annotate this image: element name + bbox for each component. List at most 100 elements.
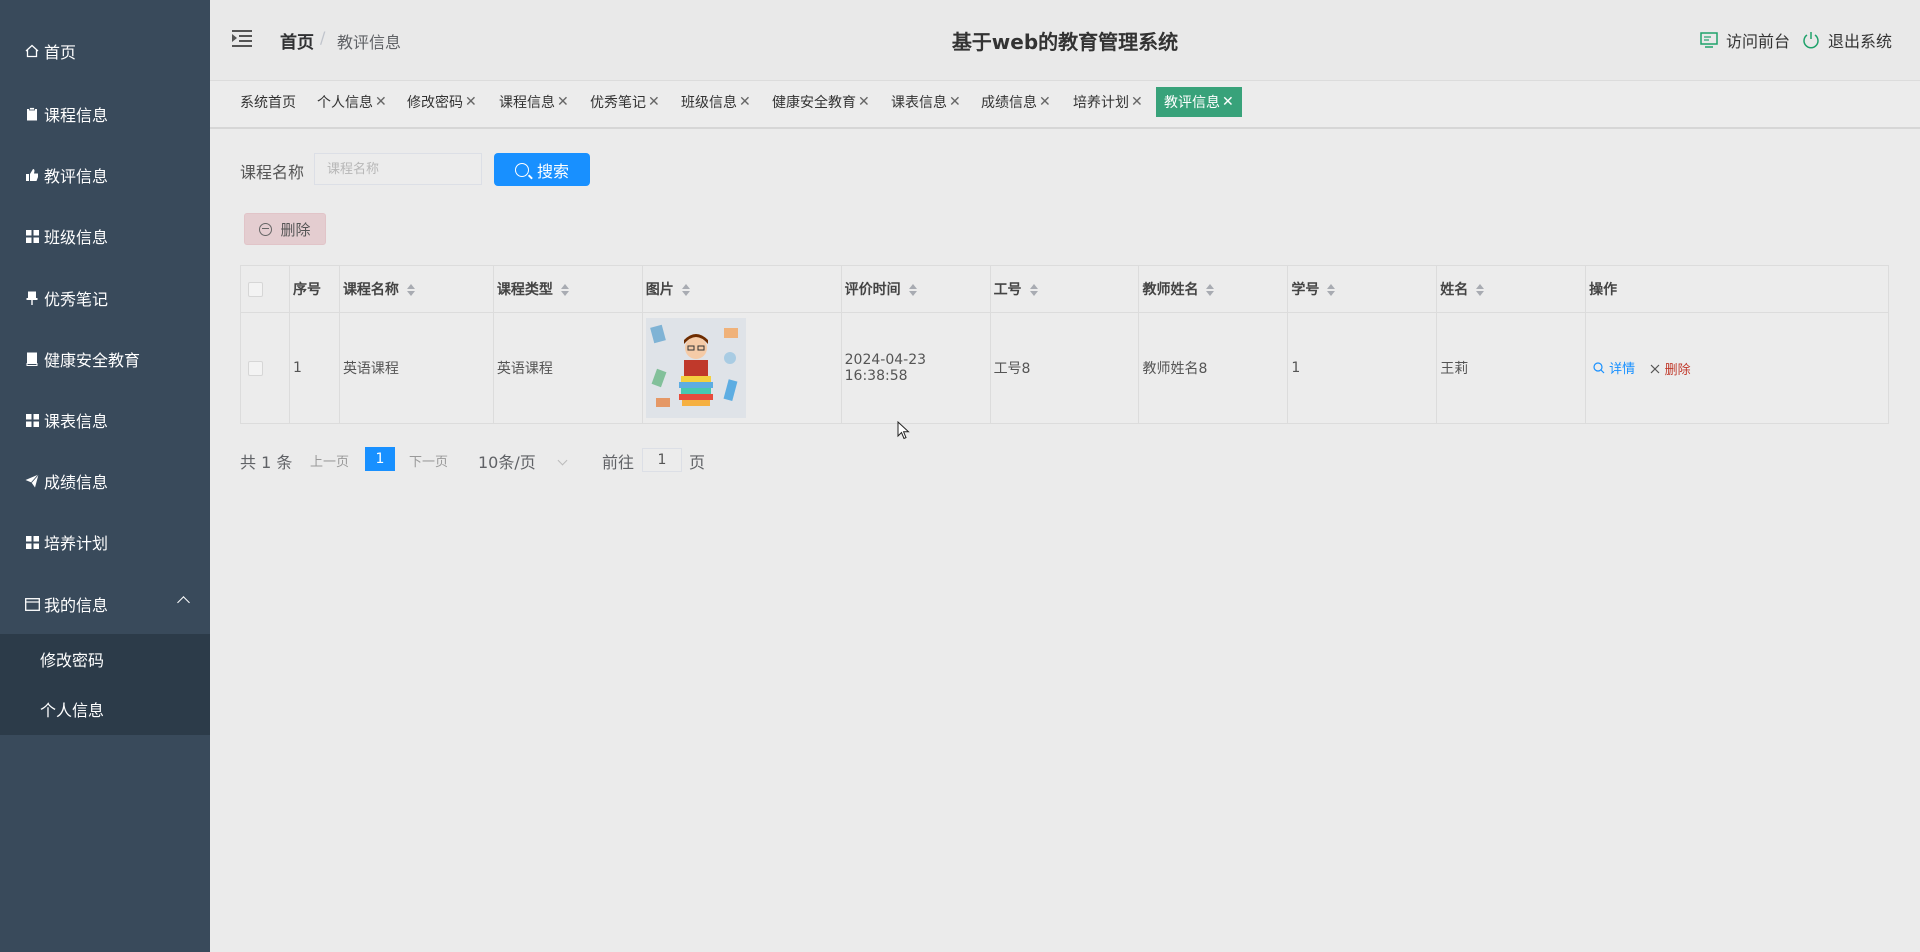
search-icon <box>1593 361 1605 373</box>
sidebar-item-label: 成绩信息 <box>44 473 109 492</box>
next-page-button[interactable]: 下一页 <box>409 451 448 470</box>
sidebar-item-health[interactable]: 健康安全教育 <box>0 329 210 389</box>
goto-page-input[interactable]: 1 <box>642 448 682 472</box>
submenu-item-profile[interactable]: 个人信息 <box>0 684 210 734</box>
column-header[interactable]: 学号 <box>1287 265 1438 313</box>
sidebar-item-label: 课表信息 <box>44 412 109 431</box>
sidebar-item-notes[interactable]: 优秀笔记 <box>0 268 210 328</box>
column-header[interactable]: 课程名称 <box>338 265 494 313</box>
row-checkbox[interactable] <box>248 360 263 376</box>
monitor-icon <box>1700 31 1718 49</box>
close-icon <box>1650 364 1660 373</box>
tab-notes[interactable]: 优秀笔记 ✕ <box>590 87 660 117</box>
tab-profile[interactable]: 个人信息 ✕ <box>317 87 387 117</box>
column-label: 操作 <box>1589 282 1618 298</box>
goto-label: 前往 <box>602 453 635 472</box>
column-header[interactable]: 评价时间 <box>840 265 991 313</box>
row-select-cell[interactable] <box>240 312 290 424</box>
sort-icon[interactable] <box>908 284 917 296</box>
tab-home[interactable]: 系统首页 <box>240 87 296 117</box>
close-icon[interactable]: ✕ <box>648 94 660 110</box>
submenu-item-change-password[interactable]: 修改密码 <box>0 634 210 684</box>
close-icon[interactable]: ✕ <box>1039 94 1051 110</box>
sidebar-item-schedule[interactable]: 课表信息 <box>0 390 210 450</box>
tab-health[interactable]: 健康安全教育 ✕ <box>772 87 870 117</box>
cell-name: 王莉 <box>1436 312 1587 424</box>
visit-front-button[interactable]: 访问前台 <box>1700 28 1790 52</box>
clipboard-icon <box>24 106 40 122</box>
tab-evaluation[interactable]: 教评信息 ✕ <box>1156 87 1242 117</box>
sidebar-item-grades[interactable]: 成绩信息 <box>0 451 210 511</box>
tab-course[interactable]: 课程信息 ✕ <box>499 87 569 117</box>
page-number-active[interactable]: 1 <box>365 447 395 471</box>
column-label: 图片 <box>645 282 674 298</box>
column-label: 学号 <box>1291 282 1320 298</box>
cell-course-type: 英语课程 <box>492 312 643 424</box>
tab-label: 课表信息 <box>891 95 947 111</box>
submenu-item-label: 个人信息 <box>40 701 105 720</box>
page-size-select[interactable]: 10条/页 <box>478 449 568 473</box>
close-icon[interactable]: ✕ <box>375 94 387 110</box>
logout-button[interactable]: 退出系统 <box>1802 28 1892 52</box>
close-icon[interactable]: ✕ <box>465 94 477 110</box>
table-header-row: 序号 课程名称 课程类型 图片 评价时间 工号 教师姓名 学号 姓名 操作 <box>240 265 1889 313</box>
column-label: 评价时间 <box>844 282 901 298</box>
sidebar-item-class[interactable]: 班级信息 <box>0 206 210 266</box>
tab-schedule[interactable]: 课表信息 ✕ <box>891 87 961 117</box>
search-button[interactable]: 搜索 <box>494 153 590 186</box>
close-icon[interactable]: ✕ <box>949 94 961 110</box>
tab-label: 教评信息 <box>1164 95 1220 111</box>
close-icon[interactable]: ✕ <box>858 94 870 110</box>
row-delete-button[interactable]: 删除 <box>1650 359 1691 378</box>
select-all-cell[interactable] <box>240 265 290 313</box>
home-icon <box>24 43 40 59</box>
sidebar-item-home[interactable]: 首页 <box>0 21 210 81</box>
tab-label: 系统首页 <box>240 95 296 111</box>
tab-plan[interactable]: 培养计划 ✕ <box>1073 87 1143 117</box>
sidebar-item-label: 我的信息 <box>44 596 109 615</box>
sidebar-item-plan[interactable]: 培养计划 <box>0 512 210 572</box>
tab-class[interactable]: 班级信息 ✕ <box>681 87 751 117</box>
sort-icon[interactable] <box>1206 284 1215 296</box>
detail-button[interactable]: 详情 <box>1593 358 1635 377</box>
close-icon[interactable]: ✕ <box>1222 94 1234 110</box>
tab-change-password[interactable]: 修改密码 ✕ <box>407 87 477 117</box>
sort-icon[interactable] <box>560 284 569 296</box>
tab-label: 修改密码 <box>407 95 463 111</box>
search-icon <box>514 162 529 177</box>
sidebar-item-course[interactable]: 课程信息 <box>0 84 210 144</box>
close-icon[interactable]: ✕ <box>739 94 751 110</box>
column-header: 序号 <box>288 265 340 313</box>
search-input[interactable] <box>314 153 482 185</box>
top-bar: 首页 / 教评信息 基于web的教育管理系统 访问前台 退出系统 <box>210 0 1920 81</box>
sort-icon[interactable] <box>406 284 415 296</box>
course-thumbnail[interactable] <box>645 318 746 418</box>
sort-icon[interactable] <box>1327 284 1336 296</box>
sidebar-item-my-info[interactable]: 我的信息 <box>0 574 210 634</box>
grid-icon <box>24 228 40 244</box>
sort-icon[interactable] <box>1476 284 1485 296</box>
tab-label: 课程信息 <box>499 95 555 111</box>
sidebar-item-label: 培养计划 <box>44 534 109 553</box>
grid-icon <box>24 534 40 550</box>
prev-page-button[interactable]: 上一页 <box>310 451 349 470</box>
close-icon[interactable]: ✕ <box>557 94 569 110</box>
batch-delete-button[interactable]: 删除 <box>244 213 326 245</box>
column-label: 课程类型 <box>496 282 553 298</box>
sidebar-item-label: 健康安全教育 <box>44 351 141 370</box>
column-header[interactable]: 图片 <box>641 265 842 313</box>
column-header[interactable]: 工号 <box>989 265 1140 313</box>
cell-eval-time: 2024-04-23 16:38:58 <box>840 312 991 424</box>
column-header[interactable]: 姓名 <box>1436 265 1587 313</box>
select-all-checkbox[interactable] <box>248 281 263 297</box>
sidebar-item-evaluation[interactable]: 教评信息 <box>0 145 210 205</box>
column-header[interactable]: 教师姓名 <box>1138 265 1289 313</box>
close-icon[interactable]: ✕ <box>1131 94 1143 110</box>
page-size-label: 10条/页 <box>478 453 536 472</box>
tab-label: 健康安全教育 <box>772 95 856 111</box>
user-card-icon <box>24 596 40 612</box>
sort-icon[interactable] <box>681 284 690 296</box>
sort-icon[interactable] <box>1029 284 1038 296</box>
column-header[interactable]: 课程类型 <box>492 265 643 313</box>
tab-grades[interactable]: 成绩信息 ✕ <box>981 87 1051 117</box>
